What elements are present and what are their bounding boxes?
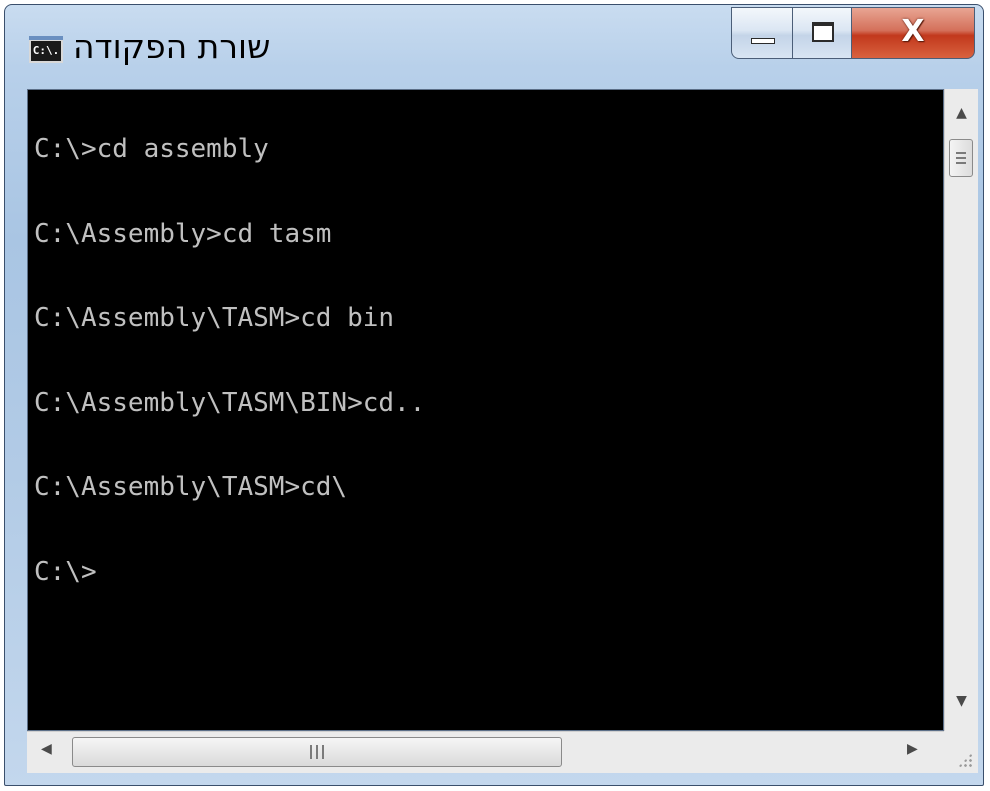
vertical-scroll-thumb[interactable]	[949, 139, 973, 177]
maximize-icon	[812, 22, 834, 42]
console-line: C:\Assembly\TASM\BIN>cd..	[34, 387, 426, 418]
horizontal-scrollbar[interactable]: ◀ ▶	[27, 731, 944, 773]
console-line: C:\>	[34, 556, 97, 587]
command-prompt-window: C:\. שורת הפקודה X C:\>cd assembly C:\As…	[4, 4, 984, 786]
cmd-icon[interactable]: C:\.	[29, 36, 63, 63]
close-icon: X	[901, 14, 925, 49]
grip-line	[316, 745, 318, 759]
console-lines: C:\>cd assembly C:\Assembly>cd tasm C:\A…	[34, 132, 425, 639]
vertical-scrollbar[interactable]: ▲ ▼	[944, 89, 978, 731]
scroll-up-icon[interactable]: ▲	[945, 105, 978, 121]
console-output[interactable]: C:\>cd assembly C:\Assembly>cd tasm C:\A…	[27, 89, 944, 731]
grip-line	[310, 745, 312, 759]
window-title: שורת הפקודה	[73, 27, 271, 66]
console-line: C:\Assembly\TASM>cd\	[34, 472, 348, 502]
minimize-icon	[751, 38, 775, 44]
maximize-button[interactable]	[792, 7, 852, 59]
horizontal-scroll-thumb[interactable]	[72, 737, 562, 767]
close-button[interactable]: X	[851, 7, 975, 59]
grip-line	[956, 162, 966, 164]
console-line: C:\>cd assembly	[34, 134, 269, 164]
grip-line	[956, 157, 966, 159]
grip-line	[956, 152, 966, 154]
console-line: C:\Assembly>cd tasm	[34, 218, 332, 249]
scroll-down-icon[interactable]: ▼	[945, 693, 978, 709]
console-line: C:\Assembly\TASM>cd bin	[34, 303, 395, 333]
resize-grip[interactable]	[944, 731, 978, 773]
resize-grip-icon	[958, 753, 972, 767]
scroll-right-icon[interactable]: ▶	[907, 741, 918, 757]
grip-line	[322, 745, 324, 759]
minimize-button[interactable]	[731, 7, 793, 59]
scroll-left-icon[interactable]: ◀	[41, 741, 52, 757]
